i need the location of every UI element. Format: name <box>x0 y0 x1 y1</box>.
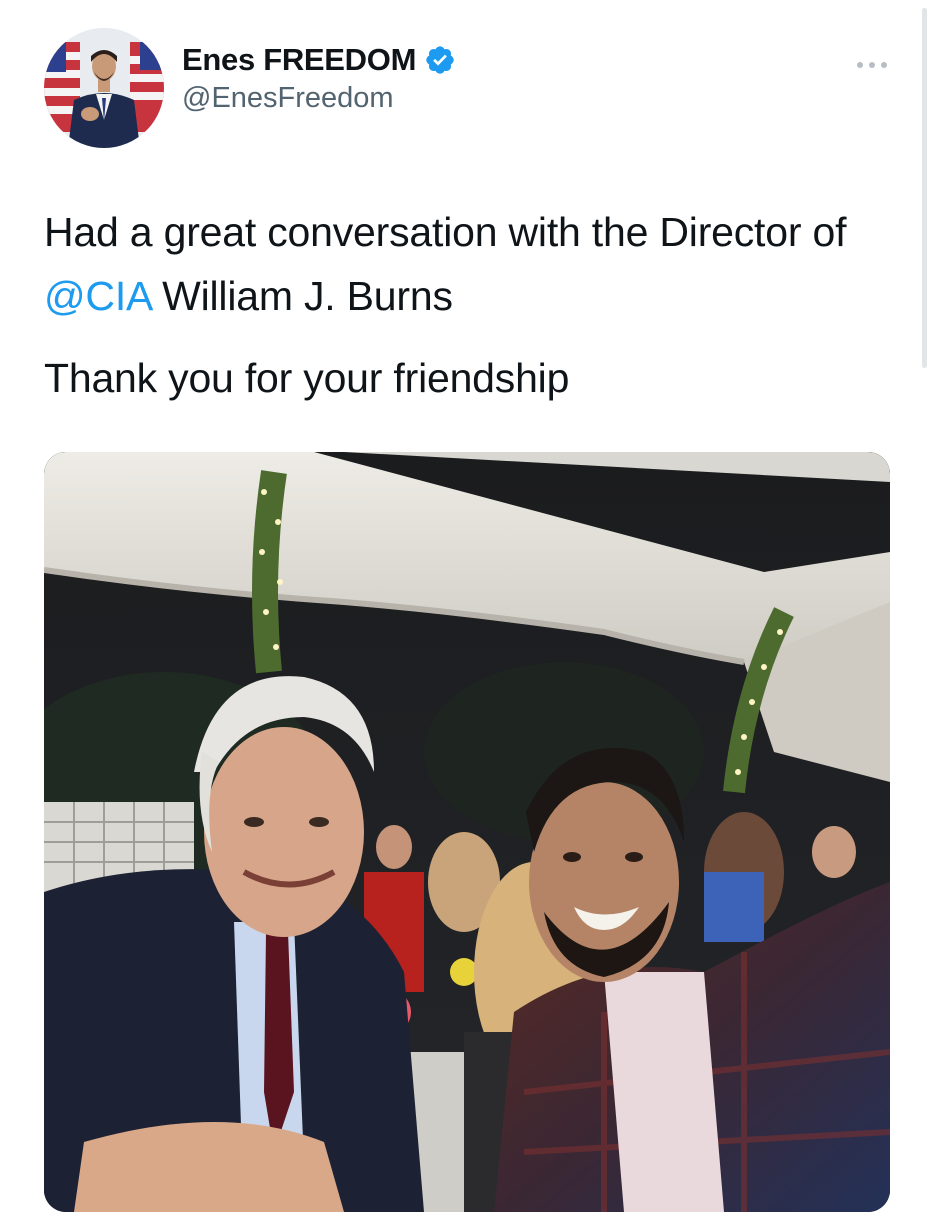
tweet-card: Enes FREEDOM @EnesFreedom Had a great co… <box>0 0 934 1212</box>
scrollbar[interactable] <box>918 0 934 380</box>
author-handle[interactable]: @EnesFreedom <box>182 82 456 115</box>
avatar-photo <box>44 28 164 148</box>
tweet-text: Had a great conversation with the Direct… <box>44 200 894 410</box>
mention-cia-link[interactable]: @CIA <box>44 273 151 319</box>
tweet-photo[interactable] <box>44 452 890 1212</box>
author-info: Enes FREEDOM @EnesFreedom <box>182 42 456 115</box>
tweet-text-after-mention: William J. Burns <box>150 273 453 319</box>
author-display-name[interactable]: Enes FREEDOM <box>182 42 416 78</box>
more-options-button[interactable] <box>848 50 896 80</box>
author-name-row: Enes FREEDOM <box>182 42 456 78</box>
tweet-text-line-1: Had a great conversation with the Direct… <box>44 200 894 328</box>
tweet-text-before-mention: Had a great conversation with the Direct… <box>44 209 847 255</box>
more-options-icon <box>857 62 887 68</box>
verified-badge-icon <box>424 44 456 76</box>
tweet-text-line-2: Thank you for your friendship <box>44 355 570 401</box>
author-avatar[interactable] <box>44 28 164 148</box>
scrollbar-thumb[interactable] <box>922 8 927 368</box>
event-photo-image <box>44 452 890 1212</box>
